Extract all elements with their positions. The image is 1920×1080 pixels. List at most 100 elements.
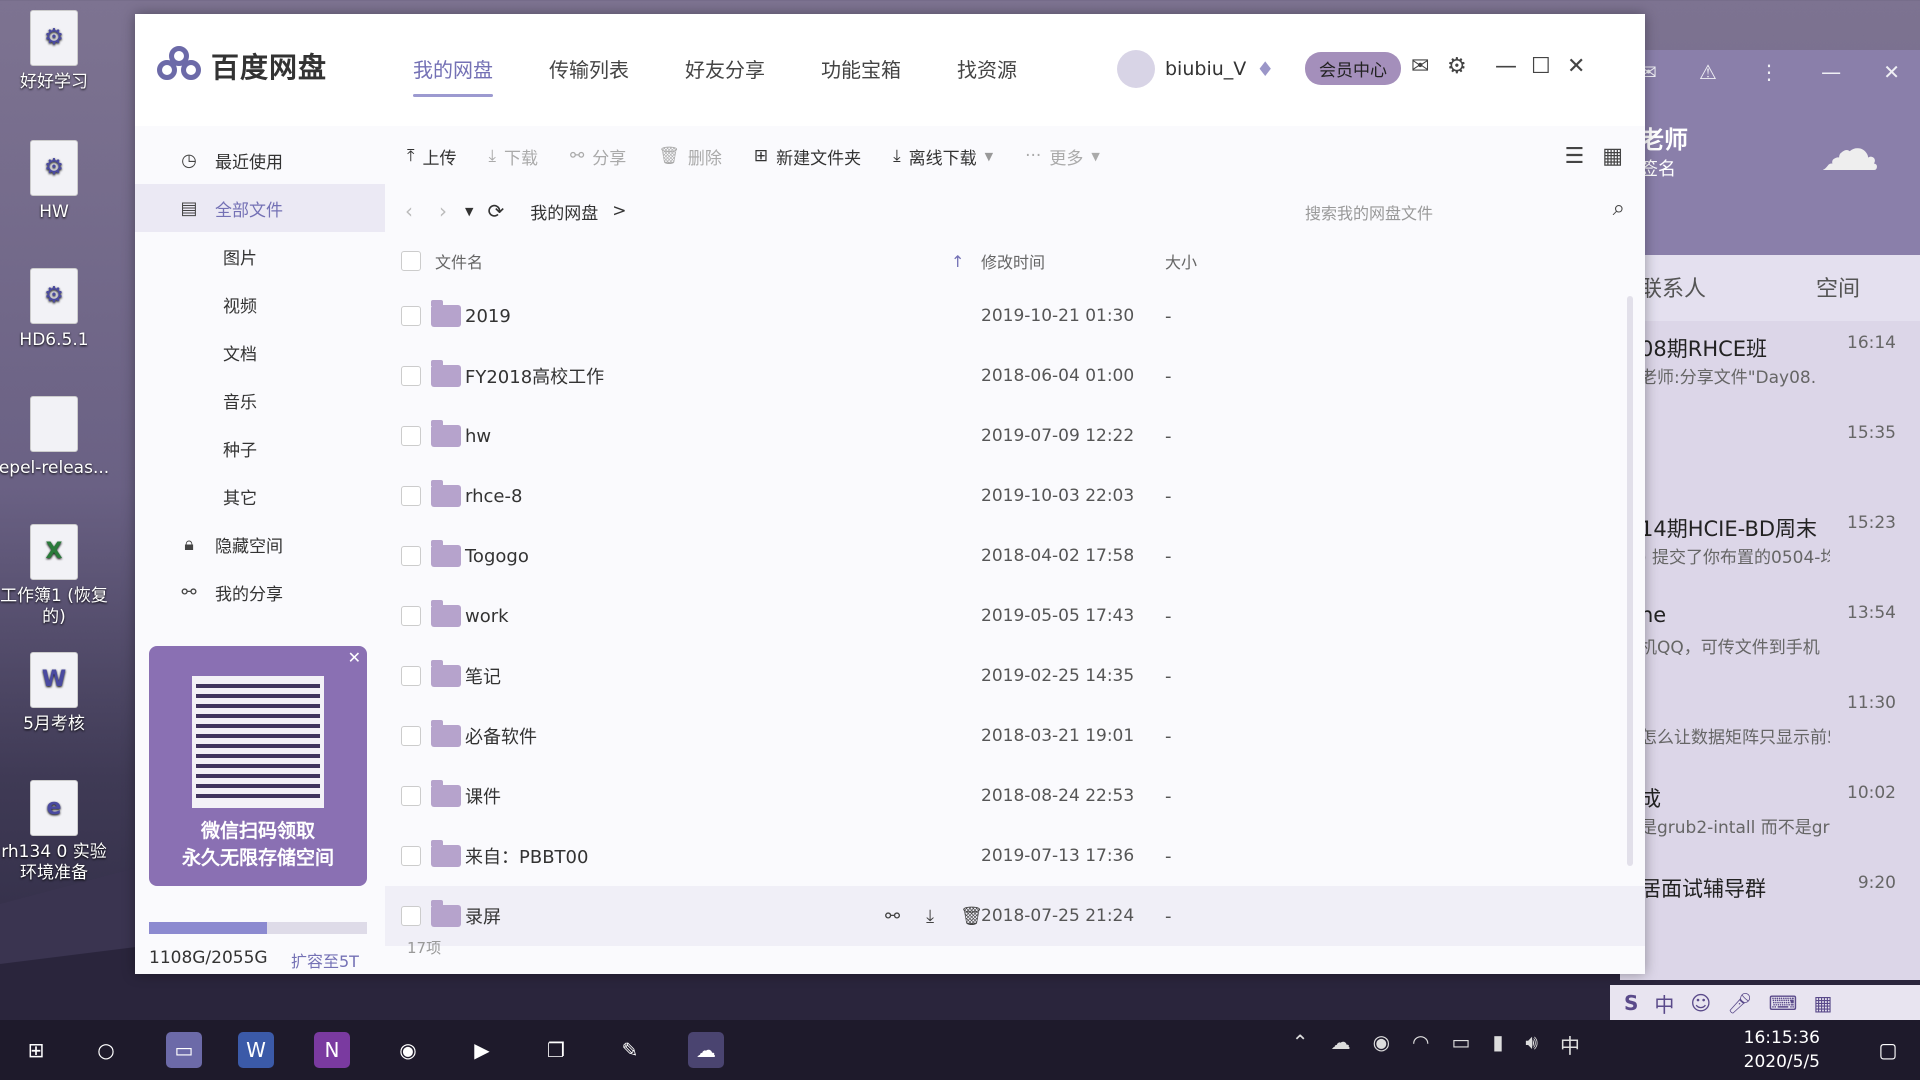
qq-tray-icon[interactable]: ◉ [1373, 1030, 1390, 1059]
expand-storage-link[interactable]: 扩容至5T [291, 948, 359, 972]
table-row[interactable]: 笔记 2019-02-25 14:35 - [385, 646, 1645, 706]
column-name[interactable]: 文件名 [435, 249, 483, 273]
desktop-icon[interactable]: e rh134 0 实验环境准备 [0, 780, 114, 885]
file-name[interactable]: 课件 [465, 783, 501, 809]
search-circle-icon[interactable]: ○ [88, 1032, 124, 1068]
scrollbar[interactable] [1627, 296, 1633, 866]
video-icon[interactable]: ▶ [464, 1032, 500, 1068]
row-checkbox[interactable] [401, 366, 421, 386]
tab-find-resources[interactable]: 找资源 [957, 54, 1017, 83]
sidebar-item-docs[interactable]: 文档 [135, 328, 385, 376]
table-row[interactable]: FY2018高校工作 2018-06-04 01:00 - [385, 346, 1645, 406]
file-name[interactable]: Togogo [465, 546, 529, 567]
new-folder-button[interactable]: ⊞ 新建文件夹 [754, 144, 861, 169]
close-icon[interactable]: ✕ [348, 648, 361, 667]
select-all-checkbox[interactable] [401, 251, 421, 271]
qq-chat-item[interactable]: 08期RHCE班 老师:分享文件"Day08. 16:14 [1620, 321, 1920, 411]
search-input[interactable]: 搜索我的网盘文件 [1305, 200, 1433, 224]
table-row[interactable]: rhce-8 2019-10-03 22:03 - [385, 466, 1645, 526]
ime-language[interactable]: 中 [1654, 989, 1674, 1018]
sidebar-item-music[interactable]: 音乐 [135, 376, 385, 424]
more-icon[interactable]: ⋮ [1759, 60, 1779, 84]
file-name[interactable]: 2019 [465, 306, 511, 327]
close-button[interactable]: ✕ [1567, 54, 1585, 79]
download-button[interactable]: ⤓ 下载 [489, 144, 539, 169]
qq-signature[interactable]: 签名 [1640, 155, 1676, 181]
delete-button[interactable]: 🗑︎ 删除 [658, 144, 722, 169]
download-icon[interactable]: ⤓ [926, 906, 934, 927]
row-checkbox[interactable] [401, 846, 421, 866]
sidebar-item-other[interactable]: 其它 [135, 472, 385, 520]
minimize-icon[interactable]: — [1821, 60, 1841, 84]
clock[interactable]: 16:15:36 2020/5/5 [1744, 1026, 1820, 1074]
desktop-icon[interactable]: W 5月考核 [0, 652, 114, 735]
volume-icon[interactable]: 🔊︎ [1525, 1030, 1538, 1059]
qq-chat-item[interactable]: 居面试辅导群 9:20 [1620, 861, 1920, 951]
column-size[interactable]: 大小 [1165, 249, 1197, 273]
desktop-icon[interactable]: ⚙ HD6.5.1 [0, 268, 114, 351]
file-name[interactable]: 来自：PBBT00 [465, 843, 588, 869]
file-name[interactable]: hw [465, 426, 491, 447]
offline-download-button[interactable]: ⤓ 离线下载 ▼ [893, 144, 993, 169]
refresh-icon[interactable]: ⟳ [487, 199, 504, 223]
table-row[interactable]: 课件 2018-08-24 22:53 - [385, 766, 1645, 826]
tab-space[interactable]: 空间 [1816, 271, 1860, 321]
row-checkbox[interactable] [401, 546, 421, 566]
qq-chat-item[interactable]: 成是grub2-intall 而不是grul 10:02 [1620, 771, 1920, 861]
paint-icon[interactable]: ✎ [612, 1032, 648, 1068]
qq-chat-item[interactable]: 怎么让数据矩阵只显示前5 11:30 [1620, 681, 1920, 771]
display-icon[interactable]: ▭ [1451, 1030, 1470, 1059]
share-button[interactable]: ⚯ 分享 [570, 144, 626, 169]
minimize-button[interactable]: — [1495, 54, 1517, 79]
tab-friend-share[interactable]: 好友分享 [685, 54, 765, 83]
netdisk-taskbar-icon[interactable]: ☁ [688, 1032, 724, 1068]
ime-tray[interactable]: 中 [1560, 1030, 1580, 1059]
microphone-icon[interactable]: 🎤︎ [1727, 991, 1752, 1015]
row-checkbox[interactable] [401, 666, 421, 686]
tab-toolbox[interactable]: 功能宝箱 [821, 54, 901, 83]
grid-icon[interactable]: ▦ [1814, 991, 1833, 1015]
more-button[interactable]: ··· 更多 ▼ [1025, 144, 1100, 169]
table-row[interactable]: 必备软件 2018-03-21 19:01 - [385, 706, 1645, 766]
qq-chat-item[interactable]: 15:35 [1620, 411, 1920, 501]
sort-icon[interactable]: ☰ [1564, 144, 1584, 169]
file-name[interactable]: 录屏 [465, 903, 501, 929]
onenote-icon[interactable]: N [314, 1032, 350, 1068]
table-row[interactable]: 来自：PBBT00 2019-07-13 17:36 - [385, 826, 1645, 886]
table-row[interactable]: 2019 2019-10-21 01:30 - [385, 286, 1645, 346]
row-checkbox[interactable] [401, 306, 421, 326]
row-checkbox[interactable] [401, 786, 421, 806]
table-row[interactable]: Togogo 2018-04-02 17:58 - [385, 526, 1645, 586]
share-icon[interactable]: ⚯ [885, 906, 900, 927]
chevron-up-icon[interactable]: ⌃ [1292, 1030, 1309, 1059]
file-name[interactable]: FY2018高校工作 [465, 363, 604, 389]
sidebar-item-images[interactable]: 图片 [135, 232, 385, 280]
sidebar-item-all-files[interactable]: ▤ 全部文件 [135, 184, 385, 232]
settings-icon[interactable]: ⚙ [1447, 54, 1467, 79]
close-icon[interactable]: ✕ [1883, 60, 1900, 84]
tab-transfer-list[interactable]: 传输列表 [549, 54, 629, 83]
emoji-icon[interactable]: ☺ [1690, 991, 1711, 1015]
warning-icon[interactable]: ⚠ [1699, 60, 1717, 84]
vip-center-button[interactable]: 会员中心 [1305, 52, 1401, 85]
maximize-button[interactable]: ☐ [1531, 54, 1551, 79]
avatar[interactable] [1117, 50, 1155, 88]
row-checkbox[interactable] [401, 726, 421, 746]
user-profile[interactable]: biubiu_V ♦ [1117, 50, 1274, 88]
row-checkbox[interactable] [401, 426, 421, 446]
table-row[interactable]: 录屏 ⚯ ⤓ 🗑︎ 2018-07-25 21:24 - [385, 886, 1645, 946]
sogou-icon[interactable]: S [1624, 991, 1638, 1015]
notification-icon[interactable]: ▢ [1870, 1032, 1906, 1068]
row-checkbox[interactable] [401, 906, 421, 926]
desktop-icon[interactable]: ⚙ HW [0, 140, 114, 223]
keyboard-icon[interactable]: ⌨ [1769, 991, 1798, 1015]
sidebar-item-torrents[interactable]: 种子 [135, 424, 385, 472]
trash-icon[interactable]: 🗑︎ [960, 906, 983, 927]
forward-icon[interactable]: › [439, 199, 447, 223]
sidebar-item-videos[interactable]: 视频 [135, 280, 385, 328]
desktop-icon[interactable]: ⚙ 好好学习 [0, 10, 114, 93]
qq-icon[interactable]: ◉ [390, 1032, 426, 1068]
tab-contacts[interactable]: 联系人 [1640, 271, 1706, 321]
sidebar-item-my-share[interactable]: ⚯ 我的分享 [135, 568, 385, 616]
qq-chat-item[interactable]: ne 机QQ，可传文件到手机 13:54 [1620, 591, 1920, 681]
